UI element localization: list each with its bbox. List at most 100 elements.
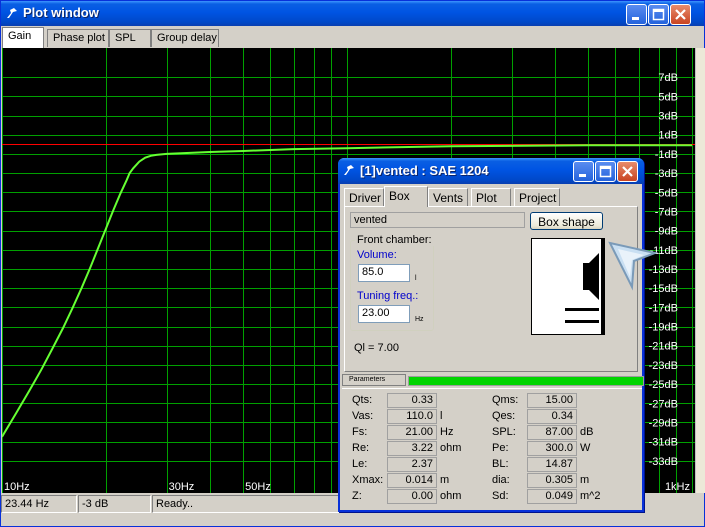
param-value: 110.0: [387, 409, 437, 424]
pointer-arrow-icon: [608, 241, 658, 291]
dialog-minimize-button[interactable]: [573, 161, 594, 182]
y-tick-label: 5dB: [658, 91, 678, 103]
param-label: dia:: [492, 474, 510, 486]
param-label: Xmax:: [352, 474, 384, 486]
y-tick-label: -19dB: [649, 322, 678, 334]
param-value: 14.87: [527, 457, 577, 472]
tab-vents[interactable]: Vents: [428, 188, 468, 206]
y-tick-label: -7dB: [655, 206, 678, 218]
tab-phase-plot[interactable]: Phase plot: [47, 29, 109, 47]
param-label: Re:: [352, 442, 370, 454]
x-tick-label: 30Hz: [169, 481, 195, 493]
param-label: BL:: [492, 458, 509, 470]
minimize-icon: [632, 17, 639, 20]
param-value: 0.049: [527, 489, 577, 504]
param-label: Qts:: [352, 394, 373, 406]
maximize-icon: [652, 8, 665, 21]
param-label: Vas:: [352, 410, 374, 422]
front-chamber-label: Front chamber:: [355, 234, 434, 246]
dialog-titlebar[interactable]: [1]vented : SAE 1204: [338, 158, 644, 184]
param-label: Z:: [352, 490, 362, 502]
dialog-tabs: Driver Box Vents Plot Project: [344, 186, 638, 207]
parameters-tab[interactable]: Parameters: [342, 374, 406, 386]
parameters-header: Parameters: [342, 374, 644, 387]
param-unit: m^2: [580, 490, 601, 502]
y-tick-label: -29dB: [649, 417, 678, 429]
plot-scrollbar[interactable]: [695, 48, 705, 493]
plot-window-title: Plot window: [23, 5, 99, 20]
param-unit: dB: [580, 426, 594, 438]
param-value: 87.00: [527, 425, 577, 440]
status-level: -3 dB: [78, 495, 151, 513]
param-value: 3.22: [387, 441, 437, 456]
param-unit: m: [580, 474, 590, 486]
y-tick-label: -3dB: [655, 168, 678, 180]
param-value: 0.014: [387, 473, 437, 488]
param-unit: m: [440, 474, 450, 486]
tab-plot[interactable]: Plot: [471, 188, 511, 206]
param-unit: Hz: [440, 426, 454, 438]
param-unit: W: [580, 442, 591, 454]
box-shape-diagram: [531, 238, 605, 335]
y-tick-label: -5dB: [655, 187, 678, 199]
minimize-icon: [579, 174, 586, 177]
y-tick-label: -23dB: [649, 360, 678, 372]
y-tick-label: 7dB: [658, 72, 678, 84]
y-tick-label: -31dB: [649, 437, 678, 449]
dialog-maximize-button[interactable]: [595, 161, 616, 182]
plot-window-titlebar[interactable]: Plot window: [1, 1, 704, 26]
tab-group-delay[interactable]: Group delay: [151, 29, 219, 47]
box-dialog: [1]vented : SAE 1204 Driver Box Vents Pl…: [338, 158, 644, 512]
volume-input[interactable]: 85.0: [358, 264, 410, 282]
x-tick-label: 10Hz: [4, 481, 30, 493]
y-tick-label: -21dB: [649, 341, 678, 353]
tab-driver[interactable]: Driver: [344, 188, 384, 206]
param-label: Pe:: [492, 442, 509, 454]
y-tick-label: -1dB: [655, 149, 678, 161]
y-tick-label: 3dB: [658, 111, 678, 123]
box-type-field: vented: [350, 212, 525, 228]
maximize-button[interactable]: [648, 4, 669, 25]
y-tick-label: -25dB: [649, 379, 678, 391]
param-label: Sd:: [492, 490, 509, 502]
tab-project[interactable]: Project: [514, 188, 560, 206]
y-tick-label: -33dB: [649, 456, 678, 468]
y-tick-label: -9dB: [655, 226, 678, 238]
box-tab-page: vented Box shape Front chamber: Volume: …: [344, 206, 638, 372]
tab-gain[interactable]: Gain: [2, 27, 44, 48]
param-value: 300.0: [527, 441, 577, 456]
param-value: 0.00: [387, 489, 437, 504]
box-shape-button[interactable]: Box shape: [530, 212, 603, 230]
tuning-freq-input[interactable]: 23.00: [358, 305, 410, 323]
close-button[interactable]: [670, 4, 691, 25]
volume-label: Volume:: [357, 249, 397, 261]
param-value: 21.00: [387, 425, 437, 440]
volume-unit: l: [415, 275, 417, 282]
dialog-close-button[interactable]: [617, 161, 638, 182]
param-unit: ohm: [440, 490, 462, 502]
close-icon: [622, 166, 633, 177]
parameters-panel: Qts: 0.33 Vas: 110.0 l Fs: 21.00 Hz Re: …: [342, 388, 642, 510]
parameters-bar: [408, 376, 644, 386]
tuning-freq-label: Tuning freq.:: [357, 290, 419, 302]
param-label: SPL:: [492, 426, 516, 438]
param-value: 15.00: [527, 393, 577, 408]
param-label: Fs:: [352, 426, 368, 438]
y-tick-label: -27dB: [649, 398, 678, 410]
app-icon: [7, 8, 17, 18]
param-unit: l: [440, 410, 443, 422]
status-frequency: 23.44 Hz: [1, 495, 77, 513]
y-tick-label: 1dB: [658, 130, 678, 142]
close-icon: [675, 9, 686, 20]
tab-spl[interactable]: SPL: [109, 29, 151, 47]
plot-tabbar: Gain Phase plot SPL Group delay: [1, 27, 704, 48]
tuning-freq-unit: Hz: [415, 316, 424, 323]
tab-box[interactable]: Box: [384, 186, 428, 207]
y-tick-label: -17dB: [649, 302, 678, 314]
minimize-button[interactable]: [626, 4, 647, 25]
ql-value: Ql = 7.00: [354, 342, 399, 354]
param-value: 0.33: [387, 393, 437, 408]
param-value: 0.34: [527, 409, 577, 424]
param-label: Qes:: [492, 410, 516, 422]
maximize-icon: [599, 165, 612, 178]
